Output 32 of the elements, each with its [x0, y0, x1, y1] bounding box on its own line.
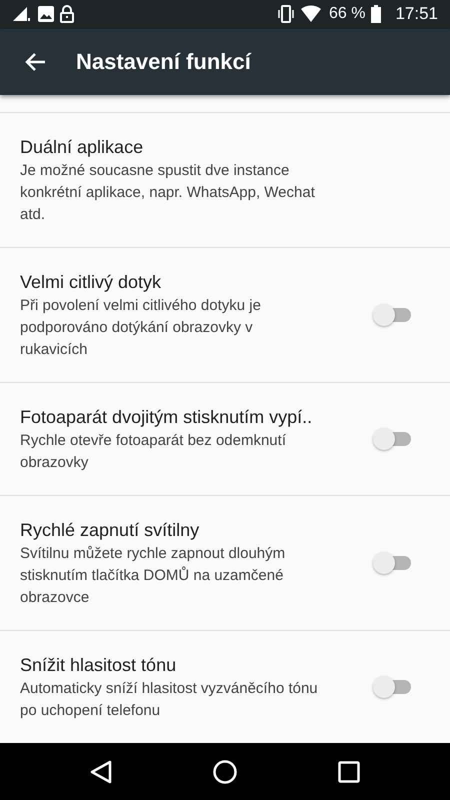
settings-item[interactable]: Fotoaparát dvojitým stisknutím vypí.. Rychle otevře fotoaparát bez odemknutí obrazovky [0, 383, 450, 496]
lock-icon [60, 5, 74, 24]
settings-item[interactable]: Snížit hlasitost tónu Automaticky sníží hlasitost vyzváněcího tónu po uchopení telefonu [0, 631, 450, 743]
setting-title: Fotoaparát dvojitým stisknutím vypí.. [20, 406, 314, 429]
back-arrow-icon[interactable] [24, 52, 46, 72]
signal-icon [12, 6, 32, 22]
battery-percentage: 66 % [328, 5, 366, 24]
wifi-icon [300, 5, 323, 24]
battery-icon [371, 5, 382, 24]
setting-title: Duální aplikace [20, 136, 144, 159]
toggle-switch[interactable] [373, 303, 413, 327]
setting-summary: Svítilnu můžete rychle zapnout dlouhým stisknutím tlačítka DOMŮ na uzamčené obrazovce [20, 544, 286, 608]
settings-item[interactable]: Velmi citlivý dotyk Při povolení velmi citlivého dotyku je podporováno dotýkání obrazovky v rukavicích [0, 248, 450, 383]
setting-summary: Při povolení velmi citlivého dotyku je podporováno dotýkání obrazovky v rukavicích [20, 296, 262, 360]
setting-summary: Je možné soucasne spustit dve instance konkrétní aplikace, napr. WhatsApp, Wechat atd. [20, 161, 316, 225]
setting-summary: Rychle otevře fotoaparát bez odemknutí obrazovky [20, 431, 287, 473]
toggle-switch[interactable] [373, 675, 413, 699]
settings-item[interactable]: Duální aplikace Je možné soucasne spustit dve instance konkrétní aplikace, napr. WhatsApp, Wechat atd. [0, 113, 450, 248]
screen-title: Nastavení funkcí [76, 48, 251, 75]
toggle-switch[interactable] [373, 551, 413, 575]
image-icon [38, 6, 54, 22]
toggle-switch[interactable] [373, 427, 413, 451]
vibrate-icon [276, 5, 295, 24]
home-icon[interactable] [212, 760, 237, 784]
clock-time: 17:51 [395, 4, 438, 24]
back-icon[interactable] [90, 760, 112, 784]
setting-title: Rychlé zapnutí svítilny [20, 519, 200, 542]
setting-title: Snížit hlasitost tónu [20, 654, 178, 677]
recents-icon[interactable] [338, 760, 360, 782]
settings-item[interactable]: Rychlé zapnutí svítilny Svítilnu můžete rychle zapnout dlouhým stisknutím tlačítka DOMŮ na uzamčené obrazovce [0, 496, 450, 631]
setting-title: Velmi citlivý dotyk [20, 271, 162, 294]
setting-summary: Automaticky sníží hlasitost vyzváněcího tónu po uchopení telefonu [20, 679, 319, 721]
